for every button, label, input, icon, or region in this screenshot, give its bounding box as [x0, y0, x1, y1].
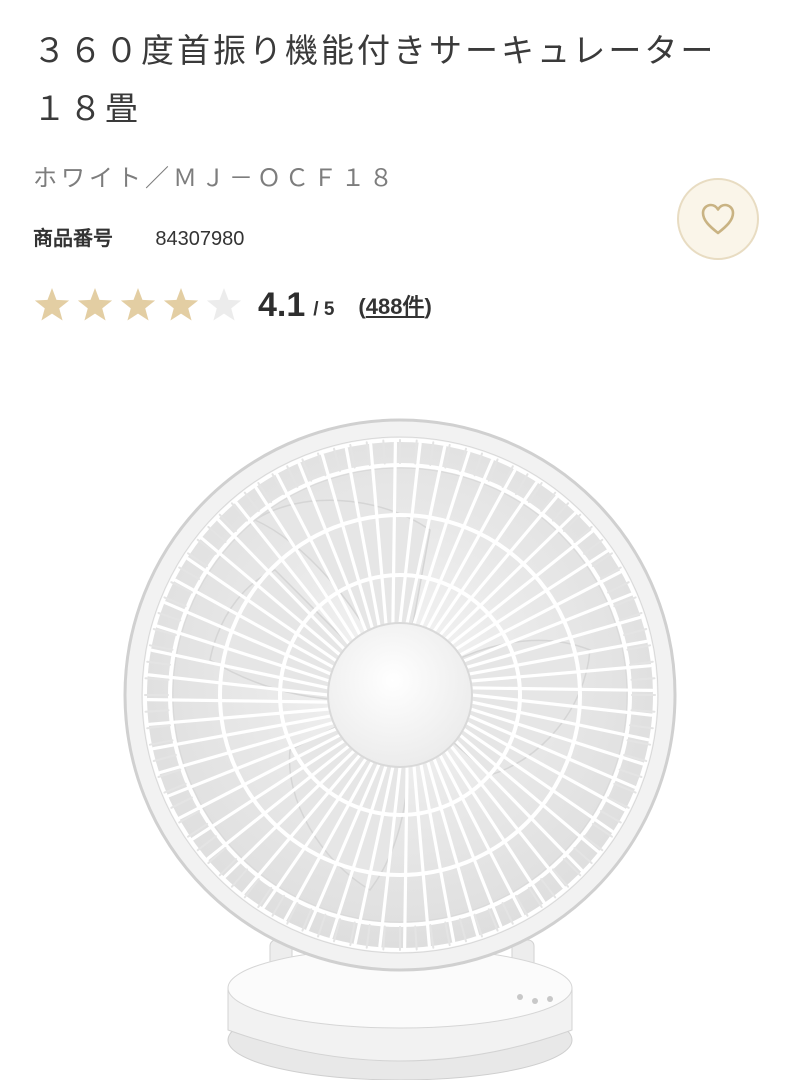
- rating-row: 4.1 / 5 (488件): [33, 282, 432, 328]
- rating-max: / 5: [313, 299, 335, 320]
- star-filled-icon: [120, 288, 156, 321]
- product-title: ３６０度首振り機能付きサーキュレーター １８畳: [33, 31, 753, 128]
- review-count-link[interactable]: (488件): [358, 289, 431, 321]
- review-count: 488件: [365, 294, 425, 319]
- product-image: [123, 418, 677, 1080]
- star-filled-icon: [163, 288, 199, 321]
- favorite-button[interactable]: [677, 178, 759, 260]
- product-code-label: 商品番号: [33, 226, 113, 250]
- star-filled-icon: [77, 288, 113, 321]
- rating-score: 4.1: [258, 285, 306, 324]
- star-filled-icon: [34, 288, 70, 321]
- product-variant: ホワイト／ＭＪ－ＯＣＦ１８: [33, 164, 397, 192]
- rating-stars: [33, 286, 248, 324]
- review-count-close-paren: ): [424, 294, 432, 319]
- heart-icon: [701, 203, 735, 235]
- product-code-value: 84307980: [155, 228, 245, 250]
- star-empty-icon: [206, 288, 242, 321]
- review-count-open-paren: (: [358, 294, 366, 319]
- product-code-row: 商品番号 84307980: [33, 222, 244, 251]
